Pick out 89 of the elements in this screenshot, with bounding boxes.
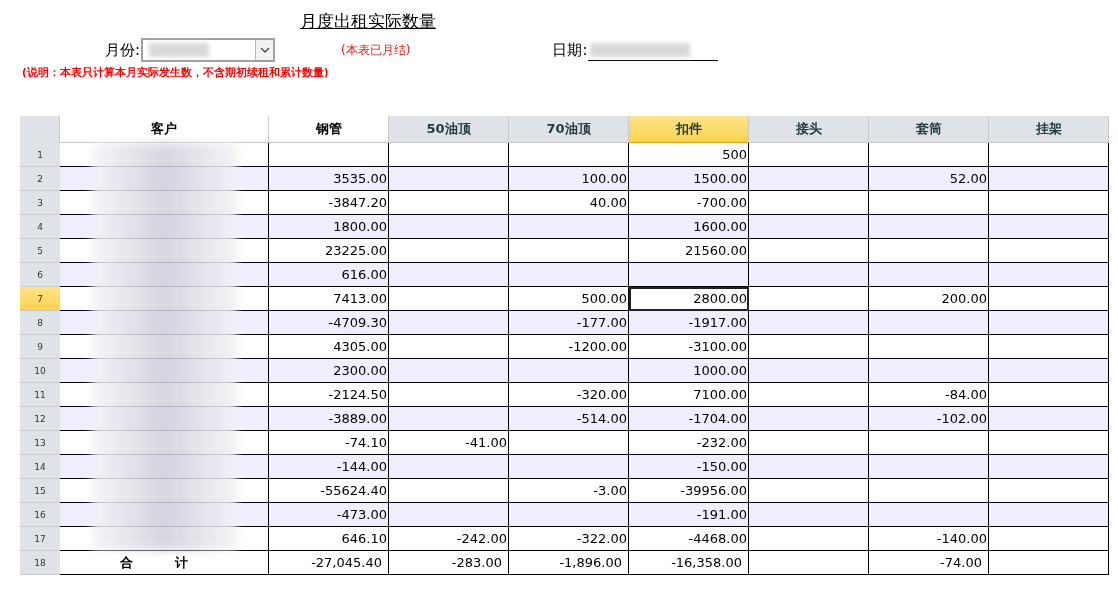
table-cell: -242.00 xyxy=(389,527,509,551)
row-number[interactable]: 5 xyxy=(20,239,60,263)
table-cell: 52.00 xyxy=(869,167,989,191)
row-number[interactable]: 8 xyxy=(20,311,60,335)
table-cell: -4709.30 xyxy=(269,311,389,335)
table-cell: -283.00 xyxy=(389,551,509,575)
table-cell: -74.10 xyxy=(269,431,389,455)
table-cell: 2300.00 xyxy=(269,359,389,383)
table-cell: 200.00 xyxy=(869,287,989,311)
table-cell: -320.00 xyxy=(509,383,629,407)
table-cell: -27,045.40 xyxy=(269,551,389,575)
table-cell: -700.00 xyxy=(629,191,749,215)
row-number[interactable]: 3 xyxy=(20,191,60,215)
row-number[interactable]: 13 xyxy=(20,431,60,455)
table-cell: 1000.00 xyxy=(629,359,749,383)
table-cell: -322.00 xyxy=(509,527,629,551)
table-cell: 1800.00 xyxy=(269,215,389,239)
table-cell: -55624.40 xyxy=(269,479,389,503)
table-cell: 7413.00 xyxy=(269,287,389,311)
column-header[interactable]: 钢管 xyxy=(269,116,389,143)
column-header[interactable]: 70油顶 xyxy=(509,116,629,143)
table-cell: -3.00 xyxy=(509,479,629,503)
table-cell: 500 xyxy=(629,143,749,167)
table-cell: -232.00 xyxy=(629,431,749,455)
table-cell: 500.00 xyxy=(509,287,629,311)
table-cell: -144.00 xyxy=(269,455,389,479)
row-number[interactable]: 14 xyxy=(20,455,60,479)
closed-note: (本表已月结) xyxy=(341,41,411,59)
table-cell: -473.00 xyxy=(269,503,389,527)
table-cell: -102.00 xyxy=(869,407,989,431)
column-header[interactable]: 扣件 xyxy=(629,116,749,143)
month-dropdown[interactable] xyxy=(141,38,276,62)
row-number[interactable]: 9 xyxy=(20,335,60,359)
table-cell: 3535.00 xyxy=(269,167,389,191)
row-number[interactable]: 11 xyxy=(20,383,60,407)
table-cell: -1917.00 xyxy=(629,311,749,335)
table-cell: 616.00 xyxy=(269,263,389,287)
date-label: 日期: xyxy=(552,40,588,60)
row-number[interactable]: 2 xyxy=(20,167,60,191)
table-cell: -41.00 xyxy=(389,431,509,455)
note-text: (说明：本表只计算本月实际发生数，不含期初续租和累计数量) xyxy=(21,66,330,80)
table-cell: -191.00 xyxy=(629,503,749,527)
row-number[interactable]: 7 xyxy=(20,287,60,311)
corner-cell[interactable] xyxy=(20,116,60,143)
table-cell: 2800.00 xyxy=(629,287,749,311)
table-cell: -150.00 xyxy=(629,455,749,479)
month-label: 月份: xyxy=(105,40,141,60)
table-cell: 21560.00 xyxy=(629,239,749,263)
table-cell: -4468.00 xyxy=(629,527,749,551)
row-number[interactable]: 16 xyxy=(20,503,60,527)
row-number[interactable]: 6 xyxy=(20,263,60,287)
table-cell: 7100.00 xyxy=(629,383,749,407)
table-cell: 1500.00 xyxy=(629,167,749,191)
row-number[interactable]: 12 xyxy=(20,407,60,431)
table-cell: -1,896.00 xyxy=(509,551,629,575)
table-cell: -1200.00 xyxy=(509,335,629,359)
table-cell: 646.10 xyxy=(269,527,389,551)
table-cell: 23225.00 xyxy=(269,239,389,263)
table-cell: -177.00 xyxy=(509,311,629,335)
table-cell: -2124.50 xyxy=(269,383,389,407)
table-cell: -140.00 xyxy=(869,527,989,551)
table-cell: -514.00 xyxy=(509,407,629,431)
row-number[interactable]: 17 xyxy=(20,527,60,551)
table-cell: -3847.20 xyxy=(269,191,389,215)
row-number[interactable]: 4 xyxy=(20,215,60,239)
table-cell: -16,358.00 xyxy=(629,551,749,575)
total-label: 合 计 xyxy=(60,551,269,575)
table-cell: -84.00 xyxy=(869,383,989,407)
column-header[interactable]: 套筒 xyxy=(869,116,989,143)
table-cell: -74.00 xyxy=(869,551,989,575)
row-number[interactable]: 1 xyxy=(20,143,60,167)
table-cell: -1704.00 xyxy=(629,407,749,431)
table-cell: -3889.00 xyxy=(269,407,389,431)
report-title: 月度出租实际数量 xyxy=(300,11,436,31)
row-number[interactable]: 18 xyxy=(20,551,60,575)
table-cell: 100.00 xyxy=(509,167,629,191)
table-cell: 4305.00 xyxy=(269,335,389,359)
row-number[interactable]: 10 xyxy=(20,359,60,383)
table-cell: -3100.00 xyxy=(629,335,749,359)
column-header[interactable]: 客户 xyxy=(60,116,269,143)
column-header[interactable]: 50油顶 xyxy=(389,116,509,143)
column-header[interactable]: 接头 xyxy=(749,116,869,143)
column-header[interactable]: 挂架 xyxy=(989,116,1109,143)
row-number[interactable]: 15 xyxy=(20,479,60,503)
caret-icon xyxy=(259,47,270,53)
table-cell: 1600.00 xyxy=(629,215,749,239)
table-cell: -39956.00 xyxy=(629,479,749,503)
table-cell: 40.00 xyxy=(509,191,629,215)
dropdown-button[interactable] xyxy=(255,40,274,60)
